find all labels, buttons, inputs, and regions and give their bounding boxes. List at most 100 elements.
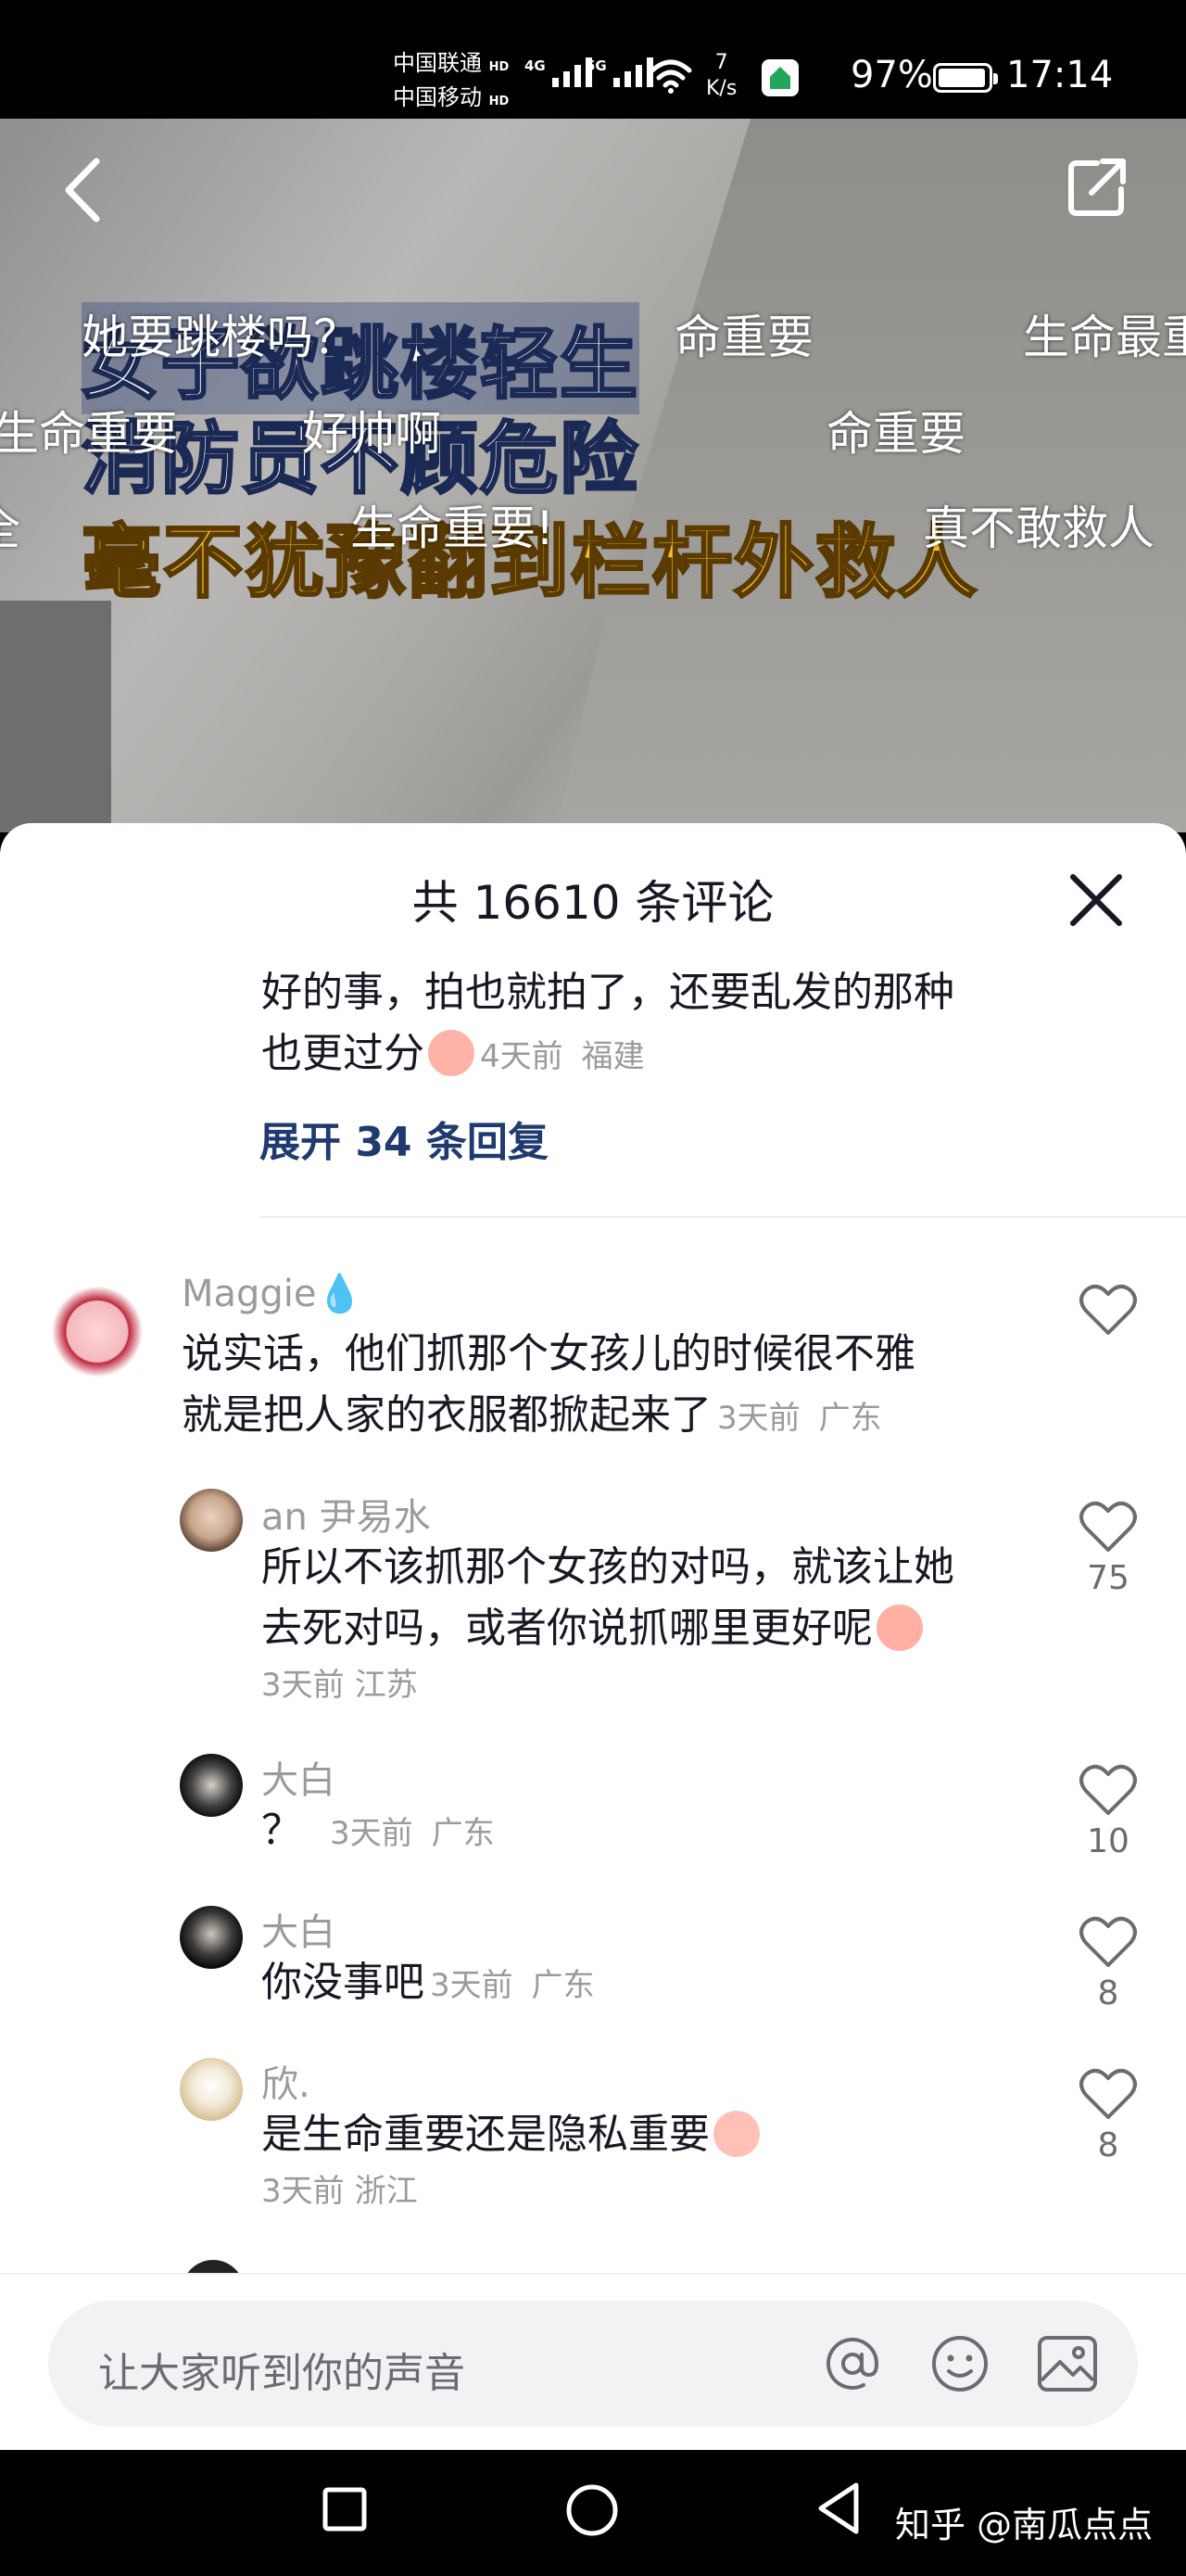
like-count: 8 [1097, 2126, 1119, 2164]
danmaku-comment: 命重要 [826, 407, 965, 461]
like-count: 8 [1097, 1974, 1119, 2012]
comment-location: 广东 [431, 1815, 495, 1852]
comment-text: 所以不该抓那个女孩的对吗，就该让她 [261, 1543, 954, 1591]
clock: 17:14 [1006, 54, 1114, 96]
comment-time: 4天前 [480, 1038, 563, 1075]
speed-unit: K/s [706, 77, 738, 100]
comment-input[interactable]: 让大家听到你的声音 [48, 2301, 1138, 2427]
comment-input-placeholder: 让大家听到你的声音 [98, 2350, 465, 2397]
reply-username[interactable]: 欣. [261, 2054, 310, 2108]
network-type-1: 4G [524, 57, 546, 74]
comment-text: ？ [261, 1807, 302, 1854]
reply-comment[interactable]: 所以不该抓那个女孩的对吗，就该让她 去死对吗，或者你说抓哪里更好呢 3天前 江苏 [261, 1537, 954, 1705]
comment-location: 福建 [581, 1038, 645, 1075]
video-building [556, 119, 1186, 832]
avatar[interactable] [46, 1275, 148, 1377]
avatar[interactable] [180, 2058, 243, 2121]
heart-icon [1079, 1284, 1137, 1335]
back-icon[interactable] [56, 156, 111, 224]
video-player[interactable]: 女子欲跳楼轻生 消防员不顾危险 毫不犹豫翻到栏杆外救人 她要跳楼吗？ 命重要 生… [0, 119, 1186, 832]
comment-time: 3天前 [330, 1815, 413, 1852]
signal-icon: 4G [524, 57, 592, 87]
comment-text: 好的事，拍也就拍了，还要乱发的那种 [261, 969, 954, 1016]
comment-username[interactable]: Maggie💧 [182, 1272, 362, 1315]
like-button[interactable]: 10 [1075, 1763, 1142, 1860]
danmaku-comment: 生命重要 [0, 407, 178, 461]
like-button[interactable] [1075, 1283, 1142, 1337]
carrier-info: 中国联通 HD 中国移动 HD [393, 48, 509, 117]
comment-location: 浙江 [354, 2173, 418, 2210]
comment-time: 3天前 [261, 2173, 345, 2210]
comment-text: 是生命重要还是隐私重要 [261, 2111, 710, 2158]
comment-text: 就是把人家的衣服都掀起来了 [182, 1391, 712, 1439]
reply-comment[interactable]: 你没事吧 3天前 广东 [261, 1952, 595, 2016]
reply-comment[interactable]: 是生命重要还是隐私重要 3天前 浙江 [261, 2104, 760, 2211]
like-button[interactable]: 8 [1075, 2067, 1142, 2164]
danmaku-comment: 生命重要! [350, 501, 555, 555]
comment-location: 江苏 [354, 1667, 418, 1704]
zhihu-watermark: 知乎 @南瓜点点 [895, 2505, 1154, 2545]
carrier-1: 中国联通 [393, 50, 482, 76]
image-icon[interactable] [1034, 2330, 1101, 2397]
status-bar: 中国联通 HD 中国移动 HD 4G 5G 7 K/s 97% 17:14 [0, 0, 1186, 119]
comment-text: 你没事吧 [261, 1959, 424, 2006]
comment-text: 也更过分 [261, 1030, 424, 1077]
home-app-icon [762, 59, 799, 96]
wifi-icon [650, 59, 692, 94]
heart-icon [1079, 1764, 1137, 1815]
battery-icon [933, 63, 998, 93]
danmaku-comment: 命重要 [675, 311, 814, 364]
comments-panel: 共 16610 条评论 好的事，拍也就拍了，还要乱发的那种 也更过分 4天前 福建… [0, 823, 1186, 2450]
comments-count-title: 共 16610 条评论 [411, 876, 775, 930]
danmaku-comment: 全 [0, 491, 20, 558]
network-speed: 7 K/s [706, 50, 737, 102]
like-button[interactable]: 75 [1075, 1500, 1142, 1597]
signal-icon-2: 5G [586, 57, 653, 87]
comment-text: 说实话，他们抓那个女孩儿的时候很不雅 [182, 1330, 915, 1377]
home-icon[interactable] [565, 2483, 619, 2537]
emoji-icon[interactable] [927, 2330, 993, 2397]
reply-username[interactable]: 大白 [261, 1750, 335, 1804]
avatar[interactable] [180, 1754, 243, 1817]
comment-location: 广东 [531, 1967, 595, 2004]
video-ledge [0, 601, 111, 832]
danmaku-comment: 好帅啊 [302, 407, 441, 461]
comment-input-bar: 让大家听到你的声音 [0, 2273, 1186, 2453]
heart-icon [1079, 2068, 1137, 2119]
heart-icon [1079, 1916, 1137, 1967]
shocked-emoji-icon [877, 1605, 923, 1651]
avatar[interactable] [180, 1906, 243, 1969]
like-button[interactable]: 8 [1075, 1915, 1142, 2012]
crying-emoji-icon [428, 1030, 474, 1076]
battery-percent: 97% [851, 54, 933, 96]
hd-badge: HD [488, 95, 510, 108]
carrier-2: 中国移动 [393, 84, 482, 110]
system-nav-bar: 知乎 @南瓜点点 [0, 2450, 1186, 2576]
network-type-2: 5G [586, 57, 607, 74]
reply-comment[interactable]: ？ 3天前 广东 [261, 1800, 495, 1864]
avatar[interactable] [180, 1489, 243, 1552]
reply-username[interactable]: an 尹易水 [261, 1487, 431, 1541]
heart-icon [1079, 1501, 1137, 1552]
close-icon[interactable] [1067, 871, 1125, 929]
comment-time: 3天前 [430, 1967, 513, 2004]
share-icon[interactable] [1064, 154, 1130, 221]
danmaku-comment: 她要跳楼吗？ [82, 311, 360, 364]
expand-replies-button[interactable]: 展开 34 条回复 [259, 1109, 549, 1168]
speed-value: 7 [714, 51, 728, 74]
nav-back-icon[interactable] [815, 2481, 862, 2535]
recent-apps-icon[interactable] [322, 2487, 367, 2532]
danmaku-comment: 真不敢救人 [923, 501, 1154, 555]
at-mention-icon[interactable] [819, 2330, 886, 2397]
comment-location: 广东 [818, 1400, 882, 1437]
reply-username[interactable]: 大白 [261, 1902, 335, 1956]
comment-text: 去死对吗，或者你说抓哪里更好呢 [261, 1605, 873, 1652]
danmaku-comment: 生命最重 [1023, 311, 1186, 364]
main-comment[interactable]: 说实话，他们抓那个女孩儿的时候很不雅 就是把人家的衣服都掀起来了 3天前 广东 [182, 1324, 915, 1449]
like-count: 75 [1087, 1559, 1129, 1597]
hd-badge: HD [488, 60, 510, 74]
like-count: 10 [1087, 1822, 1129, 1860]
comment-time: 3天前 [261, 1667, 345, 1704]
nervous-emoji-icon [713, 2111, 760, 2157]
divider [259, 1216, 1186, 1218]
